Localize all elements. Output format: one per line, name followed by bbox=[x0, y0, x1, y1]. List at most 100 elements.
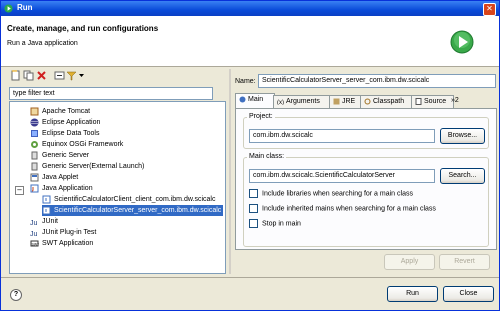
header-title: Create, manage, and run configurations bbox=[7, 24, 159, 33]
tree-item-label: Java Application bbox=[42, 185, 93, 192]
project-input[interactable]: com.ibm.dw.scicalc bbox=[249, 129, 435, 143]
tree-item-java-application[interactable]: Java Application bbox=[30, 183, 93, 194]
dialog-header: Create, manage, and run configurations R… bbox=[1, 16, 499, 67]
server-icon bbox=[31, 162, 38, 171]
tree-item-calculator-server[interactable]: ScientificCalculatorServer_server_com.ib… bbox=[42, 205, 224, 216]
footer-separator bbox=[1, 277, 499, 278]
svg-text:(x): (x) bbox=[277, 100, 284, 105]
tree-item-label: Equinox OSGi Framework bbox=[42, 141, 124, 148]
run-banner-icon bbox=[450, 30, 474, 54]
run-icon bbox=[4, 4, 13, 13]
osgi-icon bbox=[31, 140, 38, 148]
project-label: Project: bbox=[247, 113, 275, 120]
duplicate-icon[interactable] bbox=[23, 70, 34, 81]
eclipse-icon bbox=[30, 118, 39, 127]
checkbox-box[interactable] bbox=[249, 204, 258, 213]
tree-item-eclipse-application[interactable]: Eclipse Application bbox=[30, 117, 100, 128]
tree-item-apache-tomcat[interactable]: Apache Tomcat bbox=[30, 106, 90, 117]
header-subtitle: Run a Java application bbox=[7, 40, 78, 47]
tab-main[interactable]: Main bbox=[235, 93, 275, 109]
main-class-group: Main class: com.ibm.dw.scicalc.Scientifi… bbox=[243, 153, 489, 247]
checkbox-box[interactable] bbox=[249, 219, 258, 228]
config-list-pane: type filter text Apache Tomcat Eclipse A… bbox=[6, 69, 226, 274]
tree-item-label: Eclipse Data Tools bbox=[42, 130, 100, 137]
classpath-icon bbox=[364, 98, 371, 105]
tab-jre[interactable]: JRE bbox=[329, 95, 362, 108]
checkbox-label: Include libraries when searching for a m… bbox=[262, 190, 413, 198]
tree-item-junit-plugin-test[interactable]: Ju JUnit Plug-in Test bbox=[30, 227, 96, 238]
tree-item-swt-application[interactable]: SWT SWT Application bbox=[30, 238, 93, 249]
window-title: Run bbox=[17, 3, 33, 12]
close-button[interactable]: Close bbox=[443, 286, 494, 302]
svg-text:Ju: Ju bbox=[30, 231, 38, 237]
config-tabs: Main (x) Arguments JRE Classpath Source »… bbox=[235, 93, 496, 109]
help-icon[interactable]: ? bbox=[10, 289, 22, 301]
main-tab-panel: Project: com.ibm.dw.scicalc Browse... Ma… bbox=[235, 108, 497, 250]
revert-button[interactable]: Revert bbox=[439, 254, 490, 270]
close-icon[interactable]: ✕ bbox=[483, 3, 496, 16]
pane-sash[interactable] bbox=[229, 69, 231, 274]
include-inherited-checkbox[interactable]: Include inherited mains when searching f… bbox=[249, 204, 436, 213]
arguments-icon: (x) bbox=[277, 100, 284, 105]
jre-icon bbox=[333, 98, 340, 105]
tab-label: Main bbox=[248, 96, 264, 103]
swt-icon: SWT bbox=[30, 240, 39, 247]
checkbox-box[interactable] bbox=[249, 189, 258, 198]
new-config-icon[interactable] bbox=[10, 70, 21, 81]
tree-item-calculator-client[interactable]: ScientificCalculatorClient_client_com.ib… bbox=[42, 194, 215, 205]
tree-item-label: Generic Server(External Launch) bbox=[42, 163, 145, 170]
tree-item-label: Apache Tomcat bbox=[42, 108, 91, 115]
tomcat-icon bbox=[30, 107, 39, 116]
svg-text:Ju: Ju bbox=[30, 220, 38, 226]
tree-item-junit[interactable]: Ju JUnit bbox=[30, 216, 58, 227]
tree-item-eclipse-data-tools[interactable]: Eclipse Data Tools bbox=[30, 128, 99, 139]
tree-item-equinox-osgi[interactable]: Equinox OSGi Framework bbox=[30, 139, 123, 150]
filter-input[interactable]: type filter text bbox=[9, 87, 213, 100]
chevron-down-icon[interactable] bbox=[78, 70, 85, 81]
checkbox-label: Stop in main bbox=[262, 220, 301, 228]
main-class-input[interactable]: com.ibm.dw.scicalc.ScientificCalculatorS… bbox=[249, 169, 435, 183]
tree-item-generic-server[interactable]: Generic Server bbox=[30, 150, 89, 161]
search-button[interactable]: Search... bbox=[440, 168, 485, 184]
tree-item-label: Eclipse Application bbox=[42, 119, 101, 126]
delete-icon[interactable] bbox=[36, 70, 47, 81]
tab-overflow[interactable]: »2 bbox=[448, 95, 467, 107]
tree-item-label: Java Applet bbox=[42, 174, 79, 181]
apply-button[interactable]: Apply bbox=[384, 254, 435, 270]
tree-item-label: ScientificCalculatorServer_server_com.ib… bbox=[54, 207, 222, 214]
run-dialog: Run ✕ Create, manage, and run configurat… bbox=[0, 0, 500, 311]
tab-classpath[interactable]: Classpath bbox=[360, 95, 413, 108]
server-icon bbox=[31, 151, 38, 160]
collapse-java-application-icon[interactable]: − bbox=[15, 186, 24, 195]
java-config-icon bbox=[42, 206, 51, 215]
name-label: Name: bbox=[235, 78, 256, 85]
tree-item-java-applet[interactable]: Java Applet bbox=[30, 172, 78, 183]
tab-label: Source bbox=[424, 98, 447, 105]
junit-icon: Ju bbox=[30, 220, 38, 226]
source-icon bbox=[415, 97, 422, 105]
run-button[interactable]: Run bbox=[387, 286, 438, 302]
config-tree[interactable]: Apache Tomcat Eclipse Application Eclips… bbox=[9, 101, 226, 274]
tree-item-label: JUnit Plug-in Test bbox=[42, 229, 97, 236]
config-toolbar bbox=[6, 69, 226, 83]
java-app-icon bbox=[30, 184, 39, 193]
main-tab-icon bbox=[239, 96, 246, 103]
tab-arguments[interactable]: (x) Arguments bbox=[273, 95, 331, 108]
include-libraries-checkbox[interactable]: Include libraries when searching for a m… bbox=[249, 189, 413, 198]
main-class-label: Main class: bbox=[247, 153, 287, 160]
stop-in-main-checkbox[interactable]: Stop in main bbox=[249, 219, 301, 228]
collapse-all-icon[interactable] bbox=[54, 70, 65, 81]
title-bar: Run ✕ bbox=[1, 1, 499, 16]
tab-label: Arguments bbox=[286, 98, 320, 105]
tree-item-generic-server-external[interactable]: Generic Server(External Launch) bbox=[30, 161, 144, 172]
name-input[interactable]: ScientificCalculatorServer_server_com.ib… bbox=[258, 74, 496, 88]
java-config-icon bbox=[42, 195, 51, 204]
browse-button[interactable]: Browse... bbox=[440, 128, 485, 144]
applet-icon bbox=[30, 173, 39, 182]
tree-item-label: SWT Application bbox=[42, 240, 94, 247]
project-group: Project: com.ibm.dw.scicalc Browse... bbox=[243, 113, 489, 149]
filter-icon[interactable] bbox=[66, 70, 77, 81]
config-editor-pane: Name: ScientificCalculatorServer_server_… bbox=[234, 69, 497, 272]
tree-item-label: ScientificCalculatorClient_client_com.ib… bbox=[54, 196, 216, 203]
datatools-icon bbox=[31, 129, 38, 137]
